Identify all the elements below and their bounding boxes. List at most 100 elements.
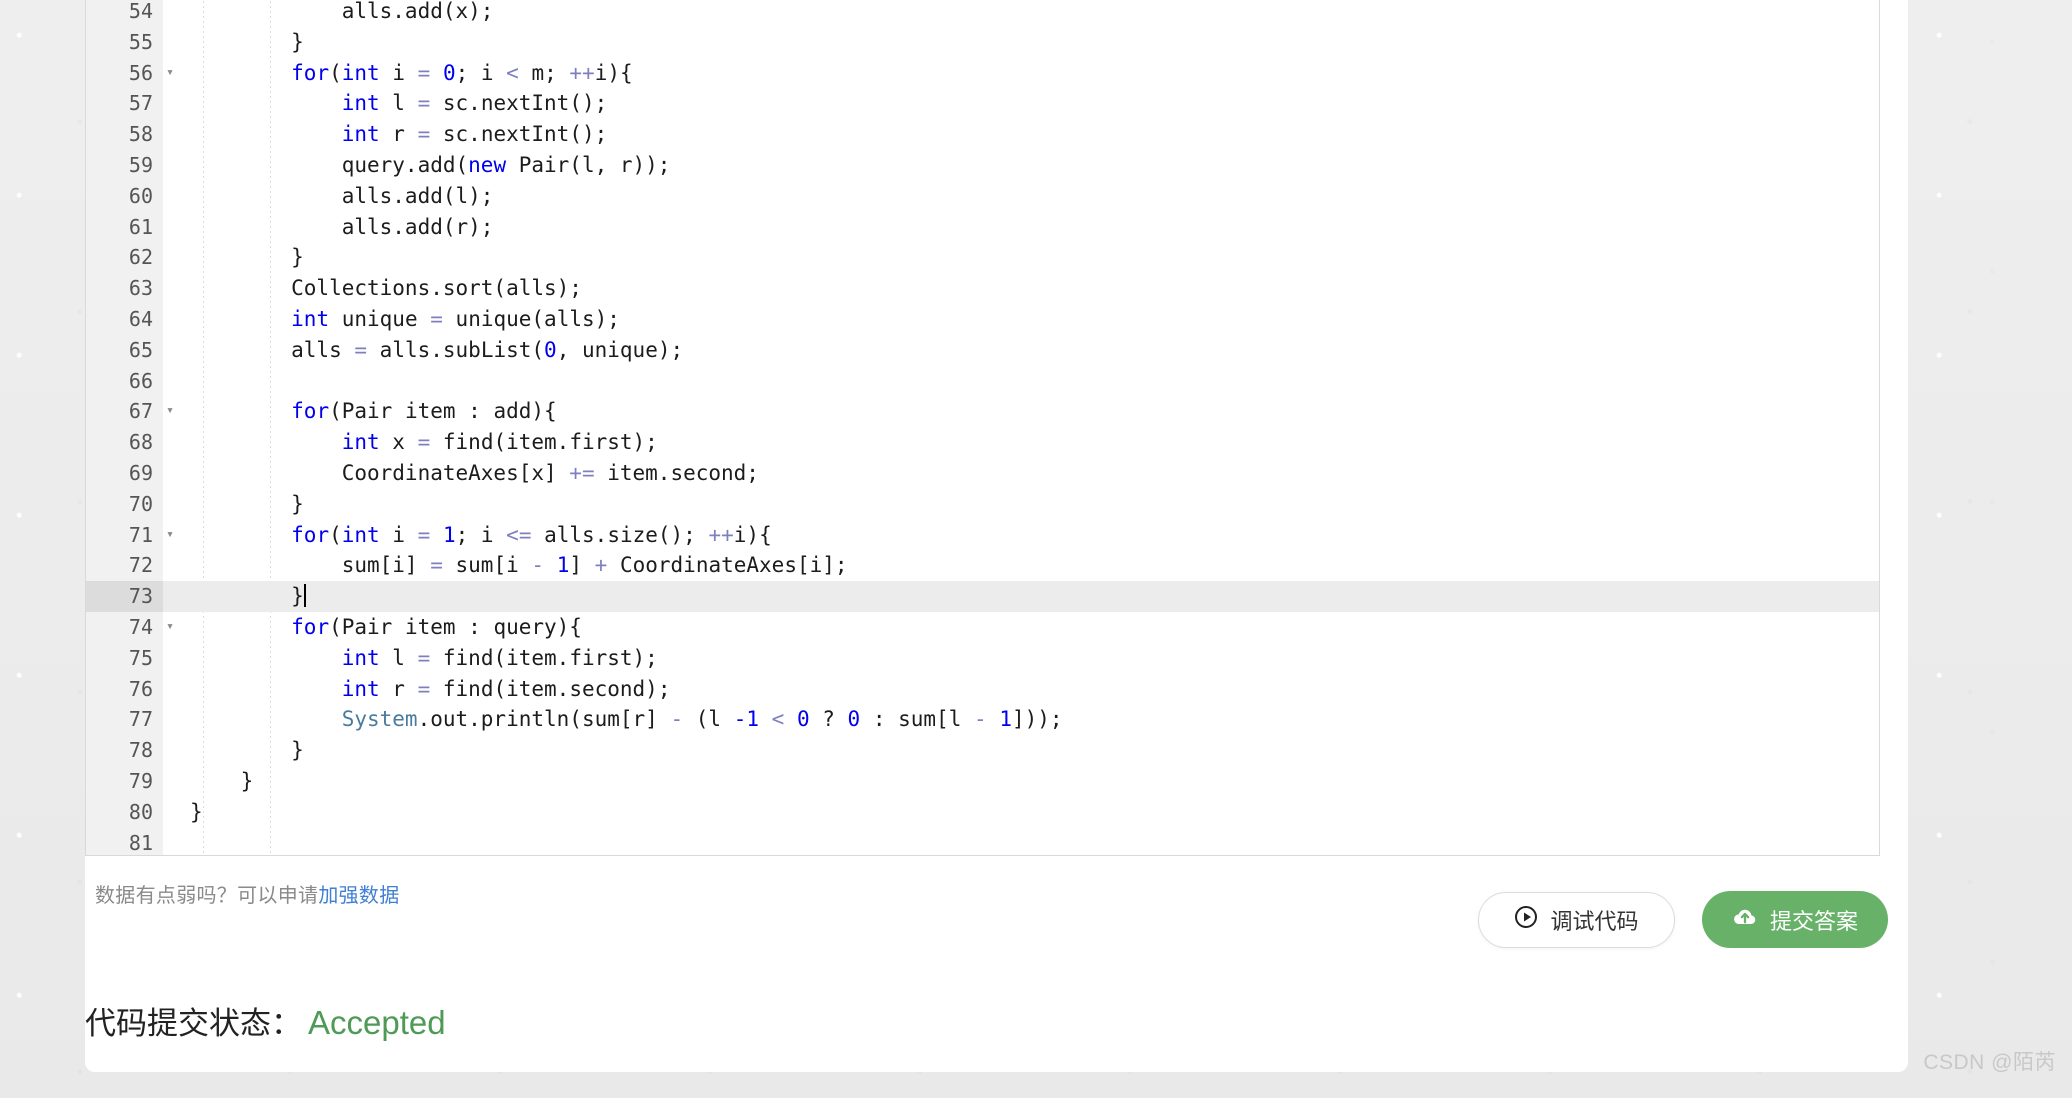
- code-text: for(int i = 0; i < m; ++i){: [291, 60, 633, 85]
- debug-code-label: 调试代码: [1550, 908, 1639, 934]
- code-line[interactable]: 65 alls = alls.subList(0, unique);: [86, 334, 1879, 366]
- code-line[interactable]: 73 }: [86, 581, 1879, 612]
- line-number: 79: [86, 765, 163, 797]
- code-line[interactable]: 59 query.add(new Pair(l, r));: [86, 149, 1879, 181]
- submit-answer-label: 提交答案: [1769, 908, 1858, 934]
- code-line[interactable]: 56 ▾ for(int i = 0; i < m; ++i){: [86, 57, 1879, 89]
- code-text: for(int i = 1; i <= alls.size(); ++i){: [291, 522, 772, 547]
- code-line[interactable]: 78 }: [86, 735, 1879, 766]
- code-text: query.add(new Pair(l, r));: [190, 152, 671, 177]
- line-number: 55: [86, 26, 163, 58]
- code-line[interactable]: 79 }: [86, 765, 1879, 797]
- line-number: 78: [86, 735, 163, 766]
- code-text: }: [190, 738, 304, 763]
- code-text: }: [190, 584, 306, 609]
- code-text: for(Pair item : add){: [291, 399, 557, 424]
- code-text: alls = alls.subList(0, unique);: [190, 337, 684, 362]
- line-number: 77: [86, 704, 163, 736]
- code-text: int l = sc.nextInt();: [341, 91, 608, 116]
- submission-status-label: 代码提交状态：: [85, 1006, 302, 1041]
- weak-data-hint-text: 数据有点弱吗？可以申请: [95, 885, 319, 907]
- code-line[interactable]: 60 alls.add(l);: [86, 180, 1879, 212]
- code-text: }: [190, 245, 304, 270]
- code-line[interactable]: 55 }: [86, 26, 1879, 58]
- line-number: 54: [86, 0, 163, 27]
- code-text: for(Pair item : query){: [291, 614, 582, 639]
- code-lines[interactable]: 54 alls.add(x); 55 } 56 ▾ for(int i = 0; i …: [86, 0, 1879, 855]
- submit-answer-button[interactable]: 提交答案: [1702, 891, 1888, 948]
- code-line[interactable]: 81: [86, 827, 1879, 855]
- line-number: 66: [86, 365, 163, 397]
- line-number: 63: [86, 273, 163, 304]
- line-number: 59: [86, 149, 163, 181]
- line-number: 72: [86, 550, 163, 582]
- code-line[interactable]: 71 ▾ for(int i = 1; i <= alls.size(); ++i…: [86, 519, 1879, 551]
- text-cursor: [303, 584, 306, 608]
- code-text: }: [190, 799, 203, 824]
- code-line[interactable]: 72 sum[i] = sum[i - 1] + CoordinateAxes[…: [86, 550, 1879, 582]
- code-text: }: [190, 491, 304, 516]
- code-editor[interactable]: 54 alls.add(x); 55 } 56 ▾ for(int i = 0; i …: [85, 0, 1880, 856]
- line-number: 69: [86, 457, 163, 489]
- line-number: 74 ▾: [86, 611, 174, 643]
- cloud-upload-icon: [1732, 904, 1758, 936]
- play-circle-icon: [1514, 905, 1538, 935]
- code-line[interactable]: 64 int unique = unique(alls);: [86, 303, 1879, 335]
- weak-data-hint: 数据有点弱吗？可以申请加强数据: [95, 879, 400, 908]
- line-number: 68: [86, 427, 163, 458]
- line-number: 58: [86, 119, 163, 150]
- action-buttons: 调试代码 提交答案: [1478, 891, 1888, 948]
- apply-stronger-data-link[interactable]: 加强数据: [318, 885, 399, 907]
- code-line[interactable]: 61 alls.add(r);: [86, 211, 1879, 243]
- line-number: 56 ▾: [86, 57, 174, 89]
- line-number: 73: [86, 581, 163, 612]
- line-number: 70: [86, 488, 163, 520]
- code-text: }: [190, 768, 254, 793]
- code-line[interactable]: 80}: [86, 796, 1879, 828]
- line-number: 57: [86, 88, 163, 120]
- code-text: Collections.sort(alls);: [190, 276, 582, 301]
- code-text: sum[i] = sum[i - 1] + CoordinateAxes[i];: [190, 553, 848, 578]
- debug-code-button[interactable]: 调试代码: [1478, 891, 1675, 948]
- csdn-watermark: CSDN @陌芮: [1923, 1051, 2056, 1074]
- code-text: int r = find(item.second);: [341, 676, 671, 701]
- line-number: 61: [86, 211, 163, 243]
- code-text: int l = find(item.first);: [341, 645, 658, 670]
- code-line[interactable]: 68 int x = find(item.first);: [86, 427, 1879, 458]
- code-line[interactable]: 63 Collections.sort(alls);: [86, 273, 1879, 304]
- line-number: 62: [86, 242, 163, 274]
- code-line[interactable]: 67 ▾ for(Pair item : add){: [86, 396, 1879, 428]
- line-number: 81: [86, 827, 163, 855]
- line-number: 60: [86, 180, 163, 212]
- code-text: int x = find(item.first);: [341, 430, 658, 455]
- code-line[interactable]: 54 alls.add(x);: [86, 0, 1879, 27]
- code-line[interactable]: 69 CoordinateAxes[x] += item.second;: [86, 457, 1879, 489]
- submission-status: 代码提交状态： Accepted: [85, 998, 446, 1043]
- code-line[interactable]: 62 }: [86, 242, 1879, 274]
- code-line[interactable]: 70 }: [86, 488, 1879, 520]
- code-text: int unique = unique(alls);: [291, 306, 620, 331]
- code-line[interactable]: 74 ▾ for(Pair item : query){: [86, 611, 1879, 643]
- line-number: 75: [86, 642, 163, 674]
- problem-card: 54 alls.add(x); 55 } 56 ▾ for(int i = 0; i …: [85, 0, 1908, 1072]
- code-line[interactable]: 77 System.out.println(sum[r] - (l -1 < 0…: [86, 704, 1879, 736]
- submission-status-value: Accepted: [308, 1004, 446, 1041]
- code-text: alls.add(l);: [190, 183, 494, 208]
- code-line[interactable]: 58 int r = sc.nextInt();: [86, 119, 1879, 150]
- code-text: System.out.println(sum[r] - (l -1 < 0 ? …: [341, 707, 1063, 732]
- code-text: alls.add(x);: [190, 0, 494, 23]
- code-line[interactable]: 66: [86, 365, 1879, 397]
- line-number: 67 ▾: [86, 396, 174, 428]
- line-number: 80: [86, 796, 163, 828]
- code-text: int r = sc.nextInt();: [341, 122, 608, 147]
- code-text: }: [190, 29, 304, 54]
- line-number: 65: [86, 334, 163, 366]
- line-number: 64: [86, 303, 163, 335]
- code-text: CoordinateAxes[x] += item.second;: [190, 460, 759, 485]
- code-line[interactable]: 75 int l = find(item.first);: [86, 642, 1879, 674]
- code-line[interactable]: 76 int r = find(item.second);: [86, 673, 1879, 705]
- code-text: alls.add(r);: [190, 214, 494, 239]
- code-line[interactable]: 57 int l = sc.nextInt();: [86, 88, 1879, 120]
